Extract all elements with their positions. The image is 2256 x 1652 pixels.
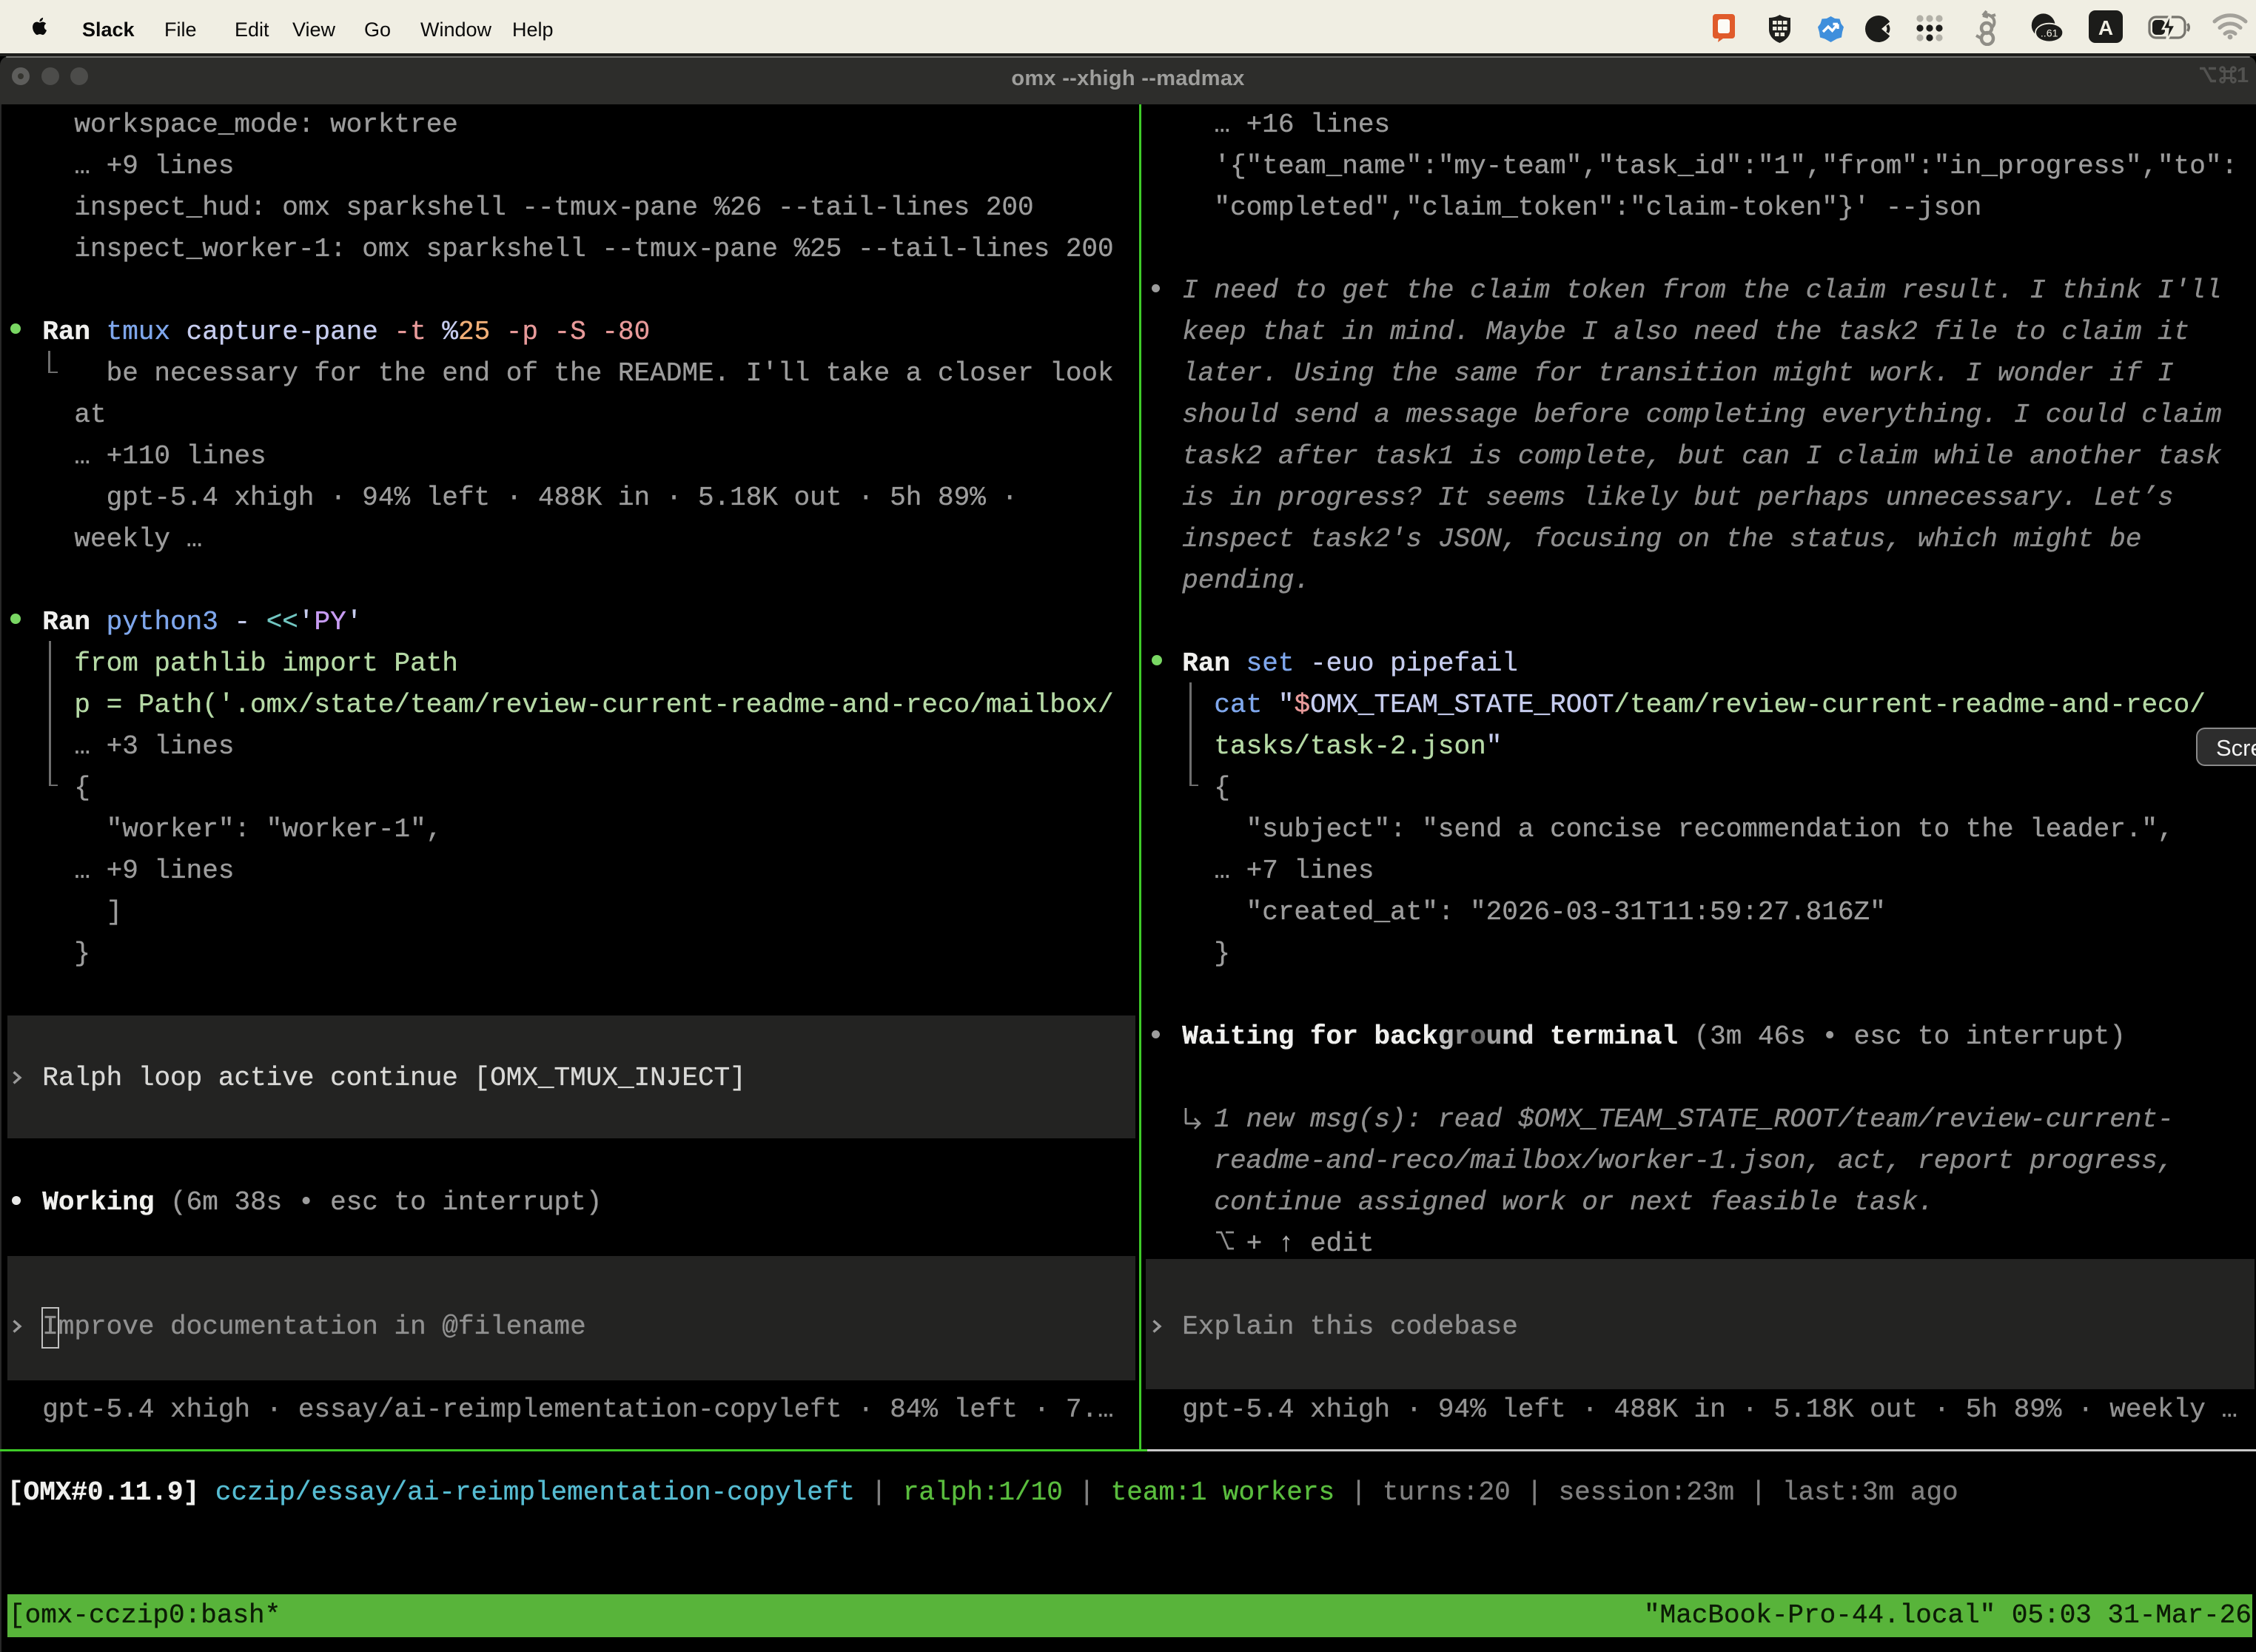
svg-text:A: A — [2098, 16, 2113, 39]
svg-text:..61: ..61 — [2041, 27, 2058, 38]
